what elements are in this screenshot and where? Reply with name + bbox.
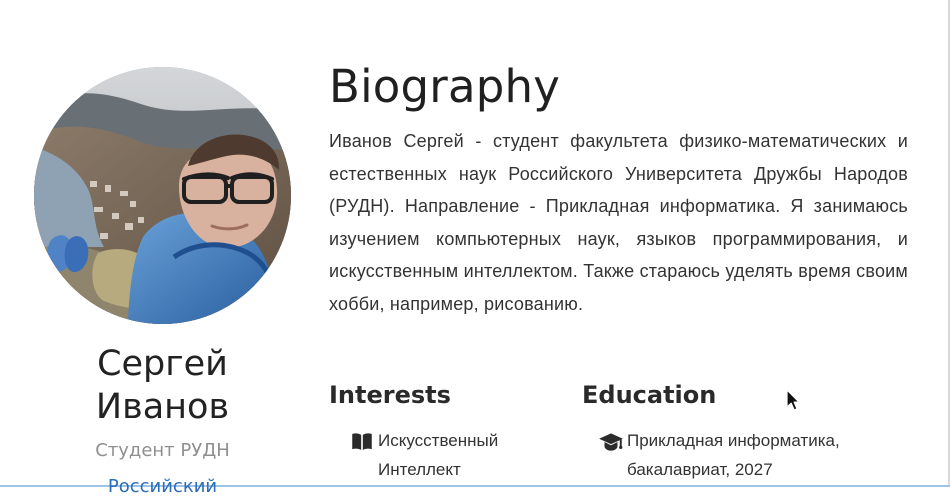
profile-first-name: Сергей: [97, 344, 228, 384]
profile-last-name: Иванов: [95, 387, 230, 427]
profile-role: Студент РУДН: [95, 440, 230, 461]
biography-text: Иванов Сергей - студент факультета физик…: [329, 131, 908, 314]
profile-avatar: [34, 67, 291, 324]
mouse-pointer-icon: [786, 389, 800, 411]
biography-title: Biography: [329, 60, 561, 113]
interest-item: Искусственный Интеллект: [349, 426, 559, 484]
education-text: Прикладная информатика, бакалавриат, 202…: [627, 431, 840, 479]
profile-photo: [34, 67, 291, 324]
university-link[interactable]: Российский: [0, 475, 325, 499]
interests-title: Interests: [329, 381, 451, 409]
interest-text: Искусственный Интеллект: [378, 431, 499, 479]
graduation-cap-icon: [599, 433, 623, 451]
profile-name: Сергей Иванов: [0, 343, 325, 429]
education-title: Education: [582, 381, 717, 409]
book-icon: [352, 433, 372, 451]
biography-content: Biography Иванов Сергей - студент факуль…: [329, 0, 909, 487]
education-item: Прикладная информатика, бакалавриат, 202…: [598, 426, 898, 484]
profile-sidebar: Сергей Иванов Студент РУДН Российский: [0, 0, 325, 497]
